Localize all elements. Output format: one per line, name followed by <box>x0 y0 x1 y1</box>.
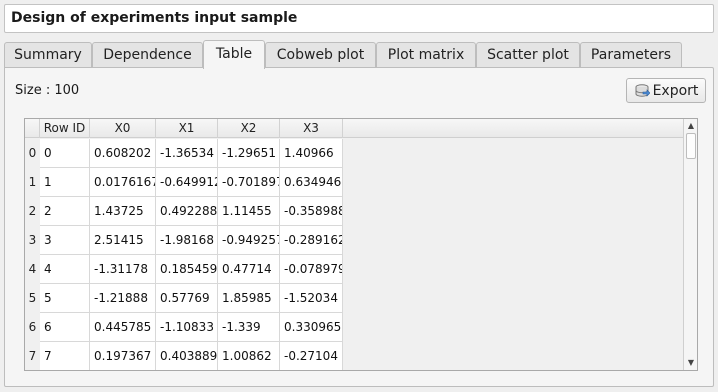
table-cell[interactable]: -1.21888 <box>90 284 156 313</box>
table-cell[interactable]: 1.43725 <box>90 197 156 226</box>
table-cell[interactable]: 0.197367 <box>90 342 156 370</box>
table-row[interactable]: 3 2.51415 -1.98168 -0.949257 -0.289162 <box>40 226 343 255</box>
table-cell[interactable]: 1.11455 <box>218 197 280 226</box>
row-header[interactable]: 6 <box>25 313 40 342</box>
row-header[interactable]: 7 <box>25 342 40 370</box>
table-cell[interactable]: 0.47714 <box>218 255 280 284</box>
table-cell[interactable]: -0.701897 <box>218 168 280 197</box>
table-cell[interactable]: 0 <box>40 139 90 168</box>
column-header-x0[interactable]: X0 <box>90 119 156 138</box>
table-cell[interactable]: -1.31178 <box>90 255 156 284</box>
table-row[interactable]: 7 0.197367 0.403889 1.00862 -0.27104 <box>40 342 343 370</box>
table-cell[interactable]: 3 <box>40 226 90 255</box>
export-button[interactable]: Export <box>626 78 706 103</box>
table-header-row: Row ID X0 X1 X2 X3 <box>25 119 683 138</box>
row-header[interactable]: 4 <box>25 255 40 284</box>
table-cell[interactable]: -1.339 <box>218 313 280 342</box>
table-cell[interactable]: -1.29651 <box>218 139 280 168</box>
row-header[interactable]: 0 <box>25 139 40 168</box>
table-cell[interactable]: 1.00862 <box>218 342 280 370</box>
table-row[interactable]: 1 0.0176167 -0.649912 -0.701897 0.634946 <box>40 168 343 197</box>
column-header-x2[interactable]: X2 <box>218 119 280 138</box>
table-cell[interactable]: 1 <box>40 168 90 197</box>
table-cell[interactable]: 2.51415 <box>90 226 156 255</box>
export-icon <box>634 83 651 99</box>
data-table[interactable]: Row ID X0 X1 X2 X3 0 0 0.608202 -1.36534 -1.… <box>24 118 698 371</box>
table-cell[interactable]: 0.492288 <box>156 197 218 226</box>
table-cell[interactable]: 1.85985 <box>218 284 280 313</box>
table-cell[interactable]: -0.0789798 <box>280 255 343 284</box>
window-title: Design of experiments input sample <box>4 4 714 33</box>
column-header-row-id[interactable]: Row ID <box>40 119 90 138</box>
table-cell[interactable]: -1.98168 <box>156 226 218 255</box>
table-cell[interactable]: -1.10833 <box>156 313 218 342</box>
table-grid: Row ID X0 X1 X2 X3 0 0 0.608202 -1.36534 -1.… <box>25 119 683 370</box>
table-cell[interactable]: 0.634946 <box>280 168 343 197</box>
table-cell[interactable]: -0.27104 <box>280 342 343 370</box>
table-cell[interactable]: 0.445785 <box>90 313 156 342</box>
export-label: Export <box>652 82 699 99</box>
table-cell[interactable]: -0.289162 <box>280 226 343 255</box>
table-cell[interactable]: 0.403889 <box>156 342 218 370</box>
tab-scatter-plot[interactable]: Scatter plot <box>476 42 580 68</box>
table-cell[interactable]: 5 <box>40 284 90 313</box>
table-cell[interactable]: -0.949257 <box>218 226 280 255</box>
table-cell[interactable]: 0.0176167 <box>90 168 156 197</box>
tab-parameters[interactable]: Parameters <box>580 42 682 68</box>
tab-bar: Summary Dependence Table Cobweb plot Plo… <box>4 40 714 69</box>
table-row[interactable]: 0 0.608202 -1.36534 -1.29651 1.40966 <box>40 139 343 168</box>
vertical-scrollbar[interactable]: ▲ ▼ <box>683 119 697 370</box>
tab-plot-matrix[interactable]: Plot matrix <box>376 42 476 68</box>
table-cell[interactable]: 6 <box>40 313 90 342</box>
table-row[interactable]: 4-1.311780.1854590.47714-0.0789798 <box>40 255 343 284</box>
size-label: Size : 100 <box>15 83 80 98</box>
table-panel: Size : 100 Export Row ID X0 X1 X2 X3 000… <box>4 67 714 387</box>
tab-table[interactable]: Table <box>203 40 265 69</box>
tab-summary[interactable]: Summary <box>4 42 92 68</box>
row-header[interactable]: 5 <box>25 284 40 313</box>
scroll-down-arrow-icon[interactable]: ▼ <box>684 356 697 370</box>
corner-header <box>25 119 40 138</box>
scrollbar-thumb[interactable] <box>686 133 696 159</box>
row-header[interactable]: 1 <box>25 168 40 197</box>
column-header-x3[interactable]: X3 <box>280 119 343 138</box>
tab-dependence[interactable]: Dependence <box>92 42 203 68</box>
table-cell[interactable]: 7 <box>40 342 90 370</box>
table-cell[interactable]: 1.40966 <box>280 139 343 168</box>
scroll-up-arrow-icon[interactable]: ▲ <box>684 119 697 133</box>
table-cell[interactable]: 0.57769 <box>156 284 218 313</box>
table-cell[interactable]: 0.608202 <box>90 139 156 168</box>
table-cell[interactable]: 0.185459 <box>156 255 218 284</box>
table-row[interactable]: 6 0.445785 -1.10833 -1.339 0.330965 <box>40 313 343 342</box>
row-header[interactable]: 2 <box>25 197 40 226</box>
column-header-x1[interactable]: X1 <box>156 119 218 138</box>
table-cell[interactable]: -0.649912 <box>156 168 218 197</box>
table-cell[interactable]: 0.330965 <box>280 313 343 342</box>
table-row[interactable]: 2 1.43725 0.492288 1.11455 -0.358988 <box>40 197 343 226</box>
row-header[interactable]: 3 <box>25 226 40 255</box>
table-cell[interactable]: 2 <box>40 197 90 226</box>
tab-cobweb-plot[interactable]: Cobweb plot <box>265 42 376 68</box>
table-cell[interactable]: -0.358988 <box>280 197 343 226</box>
table-cell[interactable]: -1.52034 <box>280 284 343 313</box>
table-cell[interactable]: -1.36534 <box>156 139 218 168</box>
table-cell[interactable]: 4 <box>40 255 90 284</box>
table-row[interactable]: 5 -1.21888 0.57769 1.85985 -1.52034 <box>40 284 343 313</box>
